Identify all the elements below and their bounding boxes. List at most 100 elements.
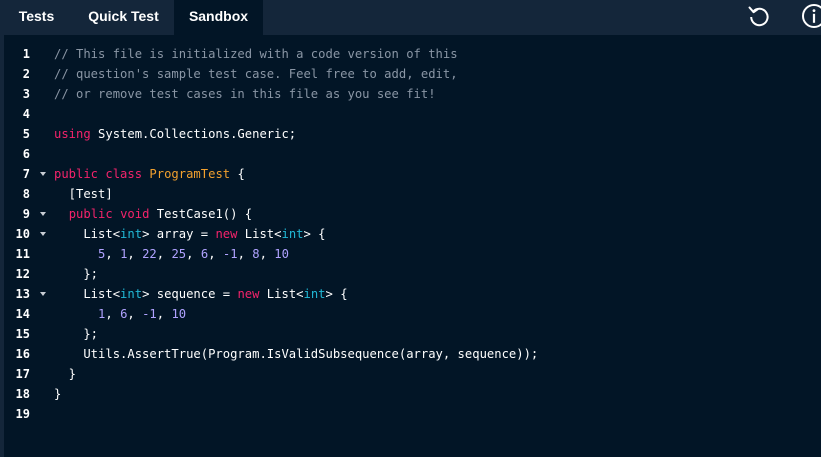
code-token: public [68,207,113,221]
code-line[interactable]: 13 List<int> sequence = new List<int> { [0,284,821,304]
line-number: 4 [22,107,30,121]
code-text: // This file is initialized with a code … [54,44,458,64]
line-number: 18 [15,387,30,401]
code-token: } [54,387,62,401]
code-token: > array = [142,227,216,241]
code-token: TestCase1() { [149,207,253,221]
code-line[interactable]: 18} [0,384,821,404]
code-text: }; [54,264,98,284]
code-token: > { [303,227,326,241]
fold-arrow-icon[interactable] [38,284,48,304]
code-token: List< [54,227,121,241]
code-token: int [281,227,304,241]
code-token: // This file is initialized with a code … [54,47,458,61]
code-text: List<int> array = new List<int> { [54,224,326,244]
line-number: 2 [22,67,30,81]
code-token: { [230,167,245,181]
code-editor[interactable]: 1 // This file is initialized with a code… [0,35,821,457]
code-token: , [127,307,143,321]
code-token: , [259,247,275,261]
code-token: int [120,227,143,241]
code-text: using System.Collections.Generic; [54,124,296,144]
fold-arrow-icon[interactable] [38,164,48,184]
code-token: List< [237,227,282,241]
code-text: List<int> sequence = new List<int> { [54,284,348,304]
code-token: class [105,167,143,181]
code-line[interactable]: 14 1, 6, -1, 10 [0,304,821,324]
code-line[interactable]: 5 using System.Collections.Generic; [0,124,821,144]
line-number: 17 [15,367,30,381]
code-token: new [237,287,260,301]
code-token: using [54,127,91,141]
code-token: -1 [222,247,238,261]
line-number: 13 [15,287,30,301]
code-token: -1 [142,307,157,321]
code-line[interactable]: 6 [0,144,821,164]
code-text: }; [54,324,98,344]
code-line[interactable]: 12 }; [0,264,821,284]
line-number: 14 [15,307,30,321]
line-number: 6 [22,147,30,161]
tab-tests[interactable]: Tests [0,0,73,35]
code-line[interactable]: 7 public class ProgramTest { [0,164,821,184]
code-token: } [54,367,77,381]
code-line[interactable]: 1 // This file is initialized with a code… [0,44,821,64]
editor-left-strip [0,35,4,457]
line-number: 1 [22,47,30,61]
code-line[interactable]: 16 Utils.AssertTrue(Program.IsValidSubse… [0,344,821,364]
line-number: 8 [22,187,30,201]
code-token: }; [54,327,99,341]
fold-arrow-icon[interactable] [38,204,48,224]
line-number: 19 [15,407,30,421]
fold-arrow-icon[interactable] [38,224,48,244]
code-line[interactable]: 17 } [0,364,821,384]
code-line[interactable]: 4 [0,104,821,124]
reset-button[interactable] [745,2,773,30]
code-token: 25 [171,247,187,261]
line-number: 16 [15,347,30,361]
code-line[interactable]: 2 // question's sample test case. Feel fr… [0,64,821,84]
code-token: // or remove test cases in this file as … [54,87,436,101]
line-number: 15 [15,327,30,341]
code-token: , [156,247,172,261]
code-text: 5, 1, 22, 25, 6, -1, 8, 10 [54,244,289,264]
code-token: , [237,247,253,261]
code-line[interactable]: 11 5, 1, 22, 25, 6, -1, 8, 10 [0,244,821,264]
code-token: List< [259,287,304,301]
code-line[interactable]: 3 // or remove test cases in this file as… [0,84,821,104]
code-line[interactable]: 9 public void TestCase1() { [0,204,821,224]
code-line[interactable]: 19 [0,404,821,424]
info-button[interactable] [800,2,821,30]
line-number: 3 [22,87,30,101]
code-token: 10 [171,307,187,321]
code-line[interactable]: 15 }; [0,324,821,344]
code-token: , [105,247,121,261]
code-text: Utils.AssertTrue(Program.IsValidSubseque… [54,344,538,364]
code-token: void [120,207,150,221]
code-token: > { [325,287,348,301]
code-token: public [54,167,99,181]
code-token: , [127,247,143,261]
code-token: 10 [274,247,289,261]
line-number: 12 [15,267,30,281]
code-token: , [208,247,223,261]
code-line[interactable]: 10 List<int> array = new List<int> { [0,224,821,244]
code-line[interactable]: 8 [Test] [0,184,821,204]
tab-sandbox[interactable]: Sandbox [174,0,263,35]
code-text: } [54,384,61,404]
code-token: > sequence = [142,287,238,301]
code-token: }; [54,267,99,281]
code-token: [Test] [54,187,113,201]
code-text: // question's sample test case. Feel fre… [54,64,458,84]
tab-quick-test[interactable]: Quick Test [73,0,174,35]
code-token: int [120,287,143,301]
code-token: 22 [142,247,157,261]
code-text: [Test] [54,184,113,204]
code-token: new [215,227,238,241]
code-text: public void TestCase1() { [54,204,252,224]
code-text: // or remove test cases in this file as … [54,84,436,104]
code-token: System.Collections.Generic; [90,127,297,141]
